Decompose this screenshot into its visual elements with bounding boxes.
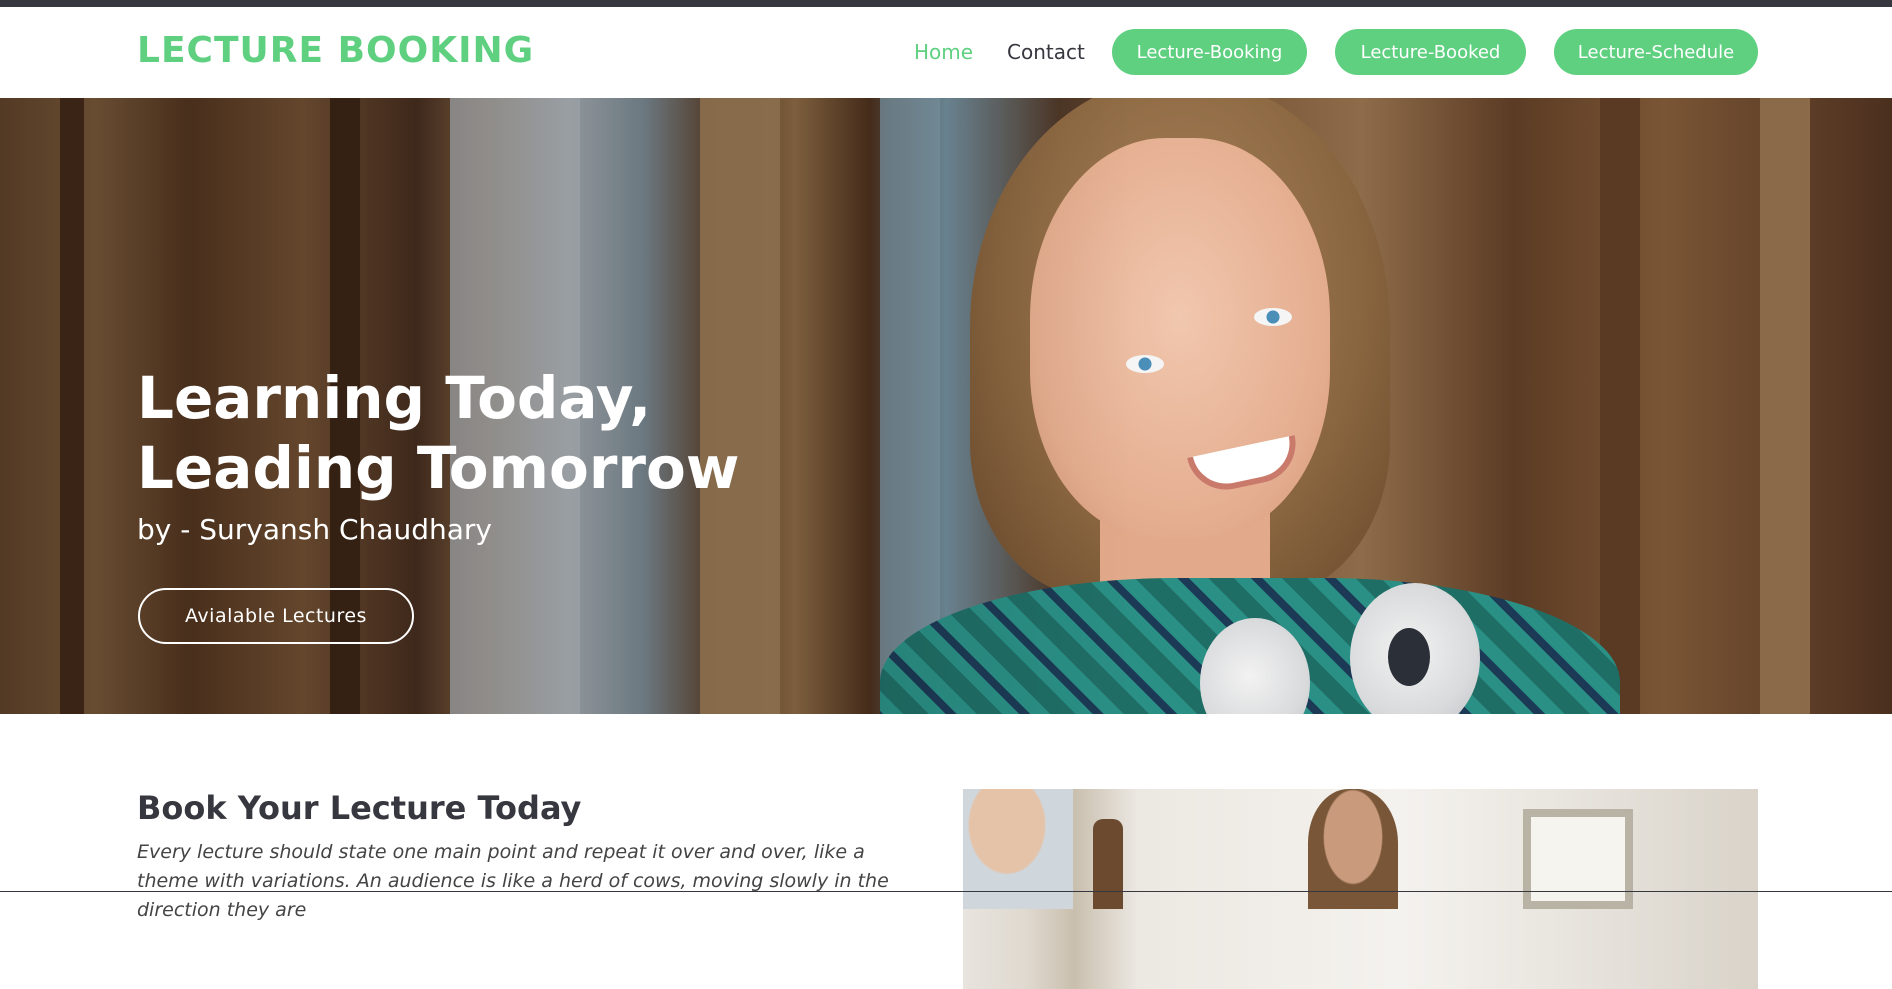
site-logo[interactable]: LECTURE BOOKING: [137, 30, 534, 71]
hero-banner: Learning Today, Leading Tomorrow by - Su…: [0, 98, 1892, 714]
top-accent-bar: [0, 0, 1892, 7]
image-furniture: [1093, 819, 1123, 909]
nav-contact-link[interactable]: Contact: [1007, 40, 1085, 64]
hero-title: Learning Today, Leading Tomorrow: [137, 363, 739, 503]
hero-title-line: Leading Tomorrow: [137, 434, 740, 502]
available-lectures-button[interactable]: Avialable Lectures: [138, 588, 414, 644]
lecture-schedule-button[interactable]: Lecture-Schedule: [1554, 29, 1758, 75]
image-picture-frame: [1523, 809, 1633, 909]
lecture-booking-button[interactable]: Lecture-Booking: [1112, 29, 1307, 75]
hero-subtitle: by - Suryansh Chaudhary: [137, 513, 492, 546]
lecture-booked-button[interactable]: Lecture-Booked: [1335, 29, 1526, 75]
nav-home-link[interactable]: Home: [914, 40, 973, 64]
lecture-image: [963, 789, 1758, 989]
site-header: LECTURE BOOKING Home Contact Lecture-Boo…: [0, 7, 1892, 98]
section-title: Book Your Lecture Today: [137, 789, 582, 827]
hero-title-line: Learning Today,: [137, 364, 652, 432]
section-text: Every lecture should state one main poin…: [137, 841, 889, 921]
